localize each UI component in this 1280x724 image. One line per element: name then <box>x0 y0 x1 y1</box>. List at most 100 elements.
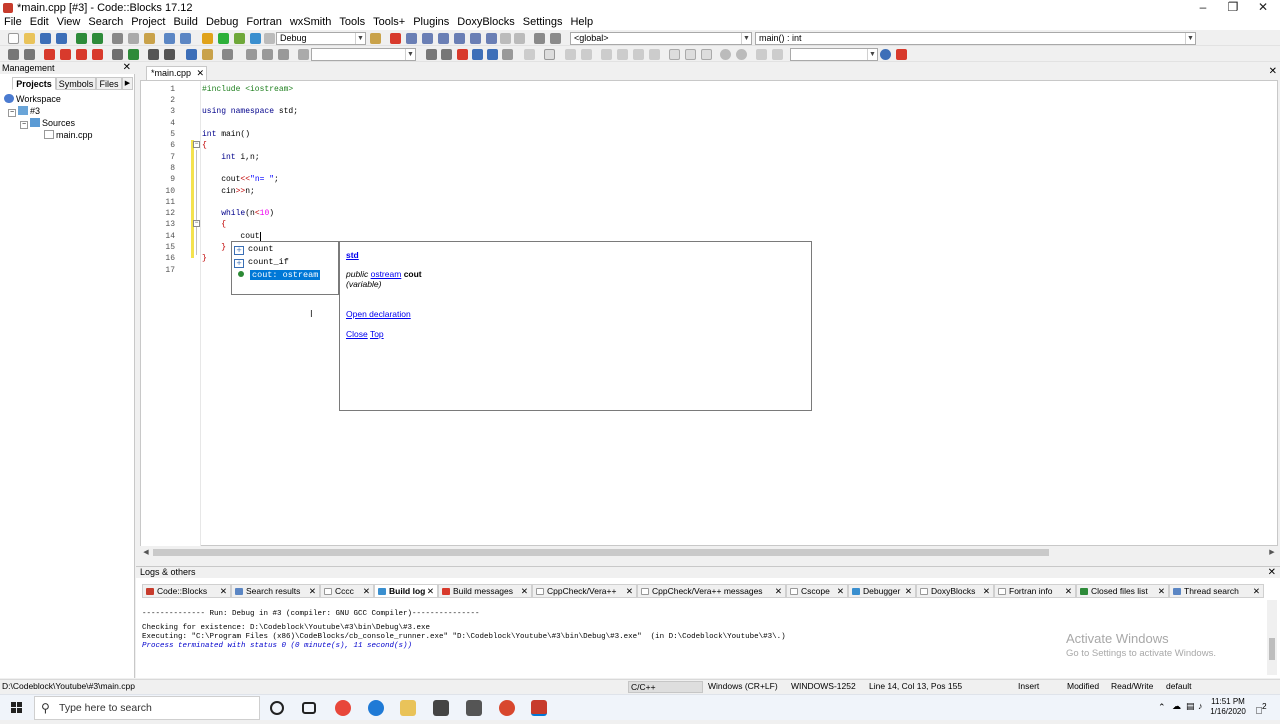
close-icon[interactable]: ✕ <box>123 62 131 74</box>
step-out-icon[interactable] <box>454 33 465 44</box>
tab-cscope[interactable]: Cscope ✕ <box>786 584 848 598</box>
tree-folder-sources[interactable]: − Sources <box>20 118 75 129</box>
ruler-icon[interactable] <box>222 49 233 60</box>
step-into-instruction-icon[interactable] <box>486 33 497 44</box>
code-completion-icon[interactable] <box>202 49 213 60</box>
tabs-scroll-right-icon[interactable]: ▶ <box>122 77 133 90</box>
undo-icon[interactable] <box>76 33 87 44</box>
mail-icon[interactable] <box>466 700 482 716</box>
close-tab-icon[interactable]: ✕ <box>983 585 990 597</box>
highlight-icon[interactable] <box>298 49 309 60</box>
menu-debug[interactable]: Debug <box>202 16 242 29</box>
collapse-icon[interactable]: − <box>20 121 28 129</box>
tab-build-messages[interactable]: Build messages ✕ <box>438 584 532 598</box>
cursor-icon[interactable] <box>524 49 535 60</box>
tab-cppcheck-vera[interactable]: CppCheck/Vera++ ✕ <box>532 584 637 598</box>
s-icon[interactable] <box>756 49 767 60</box>
rebuild-icon[interactable] <box>250 33 261 44</box>
run-target-icon[interactable] <box>128 49 139 60</box>
cortana-icon[interactable] <box>270 701 284 715</box>
run-icon[interactable] <box>218 33 229 44</box>
file-explorer-icon[interactable] <box>400 700 416 716</box>
settings-icon[interactable] <box>896 49 907 60</box>
close-tab-icon[interactable]: ✕ <box>775 585 782 597</box>
save-all-icon[interactable] <box>56 33 67 44</box>
zoom-out-icon[interactable] <box>736 49 747 60</box>
function-select[interactable]: main() : int ▼ <box>755 32 1196 45</box>
new-file-icon[interactable] <box>8 33 19 44</box>
find-prev-icon[interactable] <box>472 49 483 60</box>
tab-doxyblocks[interactable]: DoxyBlocks ✕ <box>916 584 994 598</box>
scrollbar-thumb[interactable] <box>153 549 1049 556</box>
close-tab-icon[interactable]: ✕ <box>220 585 227 597</box>
menu-project[interactable]: Project <box>127 16 169 29</box>
marker-icon[interactable] <box>457 49 468 60</box>
codeblocks-taskbar-icon[interactable] <box>531 700 547 716</box>
close-tab-icon[interactable]: ✕ <box>363 585 370 597</box>
cut-icon[interactable] <box>112 33 123 44</box>
logs-vertical-scrollbar[interactable] <box>1267 600 1277 675</box>
tree-file-main[interactable]: main.cpp <box>44 130 93 141</box>
stop-debugger-icon[interactable] <box>514 33 525 44</box>
menu-fortran[interactable]: Fortran <box>242 16 285 29</box>
copy-icon[interactable] <box>128 33 139 44</box>
recorder-icon[interactable] <box>499 700 515 716</box>
maximize-icon[interactable]: ❐ <box>1218 0 1248 16</box>
select-icon[interactable] <box>186 49 197 60</box>
menu-build[interactable]: Build <box>169 16 201 29</box>
close-tab-icon[interactable]: ✕ <box>1253 585 1260 597</box>
top-link[interactable]: Top <box>370 329 384 339</box>
comment-icon[interactable] <box>148 49 159 60</box>
next-line-icon[interactable] <box>422 33 433 44</box>
collapse-icon[interactable]: − <box>8 109 16 117</box>
menu-settings[interactable]: Settings <box>519 16 567 29</box>
chrome-icon[interactable] <box>335 700 351 716</box>
build-and-run-icon[interactable] <box>234 33 245 44</box>
chevron-up-icon[interactable]: ⌃ <box>1158 702 1166 713</box>
debug-continue-icon[interactable] <box>390 33 401 44</box>
volume-icon[interactable]: ♪ <box>1198 701 1203 711</box>
layout-a-icon[interactable] <box>565 49 576 60</box>
menu-view[interactable]: View <box>53 16 85 29</box>
close-tab-icon[interactable]: ✕ <box>196 67 204 80</box>
clock[interactable]: 11:51 PM 1/16/2020 <box>1208 697 1248 717</box>
break-debugger-icon[interactable] <box>500 33 511 44</box>
close-tab-icon[interactable]: ✕ <box>626 585 633 597</box>
type-link[interactable]: ostream <box>371 269 402 279</box>
menu-doxyblocks[interactable]: DoxyBlocks <box>453 16 518 29</box>
tab-thread-search[interactable]: Thread search ✕ <box>1169 584 1264 598</box>
start-button[interactable] <box>0 695 34 721</box>
nav-home-icon[interactable] <box>262 49 273 60</box>
debug-info-icon[interactable] <box>550 33 561 44</box>
tab-build-log[interactable]: Build log ✕ <box>374 584 438 598</box>
open-file-icon[interactable] <box>24 33 35 44</box>
close-tab-icon[interactable]: ✕ <box>905 585 912 597</box>
close-tab-icon[interactable]: ✕ <box>427 585 434 597</box>
abort-icon[interactable] <box>264 33 275 44</box>
nav-back-icon[interactable] <box>246 49 257 60</box>
layout-e-icon[interactable] <box>633 49 644 60</box>
close-tab-icon[interactable]: ✕ <box>837 585 844 597</box>
frame-icon[interactable] <box>544 49 555 60</box>
tab-cccc[interactable]: Cccc ✕ <box>320 584 374 598</box>
close-tab-icon[interactable]: ✕ <box>1065 585 1072 597</box>
arrow-right-icon[interactable] <box>441 49 452 60</box>
next-bookmark-icon[interactable] <box>76 49 87 60</box>
editor-horizontal-scrollbar[interactable]: ◀ ▶ <box>141 547 1277 558</box>
build-target-icon[interactable] <box>112 49 123 60</box>
scrollbar-thumb[interactable] <box>1269 638 1275 660</box>
tab-closed-files[interactable]: Closed files list ✕ <box>1076 584 1169 598</box>
menu-tools[interactable]: Tools <box>335 16 369 29</box>
fold-toggle-icon[interactable]: − <box>193 220 200 227</box>
tab-cppcheck-vera-messages[interactable]: CppCheck/Vera++ messages ✕ <box>637 584 786 598</box>
network-icon[interactable]: ▤ <box>1186 701 1195 712</box>
menu-edit[interactable]: Edit <box>26 16 53 29</box>
box-b-icon[interactable] <box>685 49 696 60</box>
tab-projects[interactable]: Projects <box>12 77 56 90</box>
search-combo-right[interactable]: ▼ <box>790 48 878 61</box>
debugging-windows-icon[interactable] <box>534 33 545 44</box>
taskbar-search-box[interactable]: ⚲ Type here to search <box>34 696 260 720</box>
tab-search-results[interactable]: Search results ✕ <box>231 584 320 598</box>
find-icon[interactable] <box>164 33 175 44</box>
show-select-target-icon[interactable] <box>370 33 381 44</box>
